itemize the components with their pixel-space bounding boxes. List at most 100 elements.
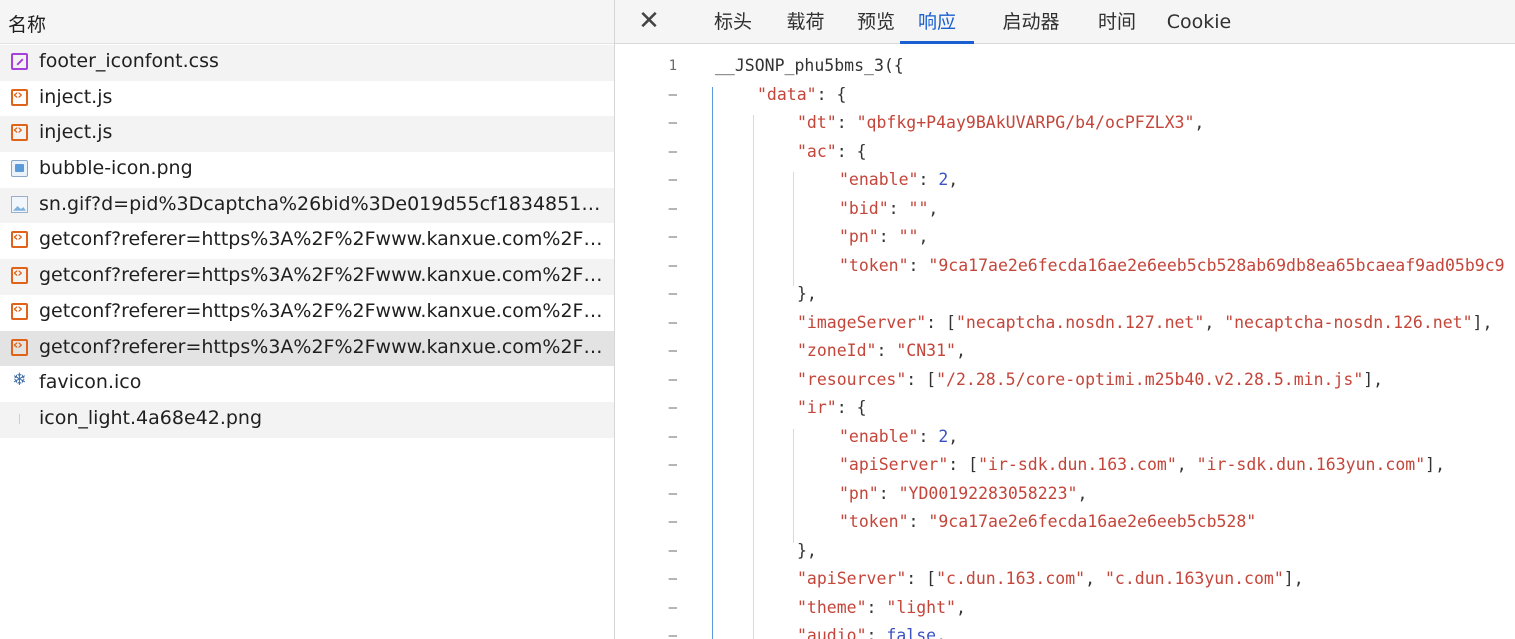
line-number[interactable]: – (615, 366, 677, 395)
code-text: "data": { (757, 81, 846, 110)
request-row[interactable]: ❄ favicon.ico (0, 366, 614, 402)
script-file-icon (11, 230, 28, 249)
tab-5[interactable]: 时间 (1083, 0, 1151, 44)
request-row[interactable]: getconf?referer=https%3A%2F%2Fwww.kanxue… (0, 259, 614, 295)
line-number[interactable]: – (615, 451, 677, 480)
code-token: "CN31" (896, 341, 956, 360)
tab-6[interactable]: Cookie (1160, 0, 1238, 44)
code-token: "9ca17ae2e6fecda16ae2e6eeb5cb528" (928, 512, 1257, 531)
request-name: sn.gif?d=pid%3Dcaptcha%26bid%3De019d55cf… (39, 192, 607, 215)
line-number[interactable]: – (615, 223, 677, 252)
request-name: getconf?referer=https%3A%2F%2Fwww.kanxue… (39, 264, 607, 287)
code-token: "audio" (797, 626, 867, 639)
tab-3[interactable]: 响应 (900, 0, 974, 44)
code-token: "resources" (797, 369, 907, 389)
indent-guide (793, 428, 794, 543)
close-icon[interactable]: ✕ (635, 6, 663, 36)
script-file-icon (11, 302, 28, 320)
code-token: : (866, 597, 887, 617)
code-token: : (918, 170, 939, 189)
code-token: "zoneId" (797, 341, 877, 360)
code-line: – "pn": "", (615, 223, 1515, 252)
code-text: }, (797, 537, 817, 566)
code-line: – "imageServer": ["necaptcha.nosdn.127.ne… (615, 309, 1515, 338)
code-token: : [ (948, 455, 979, 474)
code-token: "ir-sdk.dun.163yun.com" (1196, 455, 1426, 474)
tab-4[interactable]: 启动器 (990, 0, 1072, 44)
line-number[interactable]: – (615, 594, 677, 623)
code-line: 1 __JSONP_phu5bms_3({ (615, 52, 1515, 81)
line-number[interactable]: 1 (615, 52, 677, 81)
code-token: "9ca17ae2e6fecda16ae2e6eeb5cb528ab69db8e… (928, 255, 1505, 275)
line-number[interactable]: – (615, 537, 677, 566)
request-row[interactable]: inject.js (0, 116, 614, 153)
request-row[interactable]: getconf?referer=https%3A%2F%2Fwww.kanxue… (0, 330, 614, 367)
request-row[interactable]: icon_light.4a68e42.png (0, 401, 614, 438)
line-number[interactable]: – (615, 280, 677, 309)
code-token: ], (1472, 312, 1493, 332)
code-text: "ir": { (797, 394, 867, 423)
code-token: }, (797, 284, 817, 303)
code-line: – "ir": { (615, 394, 1515, 423)
code-token: __JSONP_phu5bms_3({ (715, 56, 904, 75)
line-number[interactable]: – (615, 138, 677, 167)
code-token: 2 (938, 170, 949, 189)
code-token: "imageServer" (797, 312, 927, 332)
request-row[interactable]: sn.gif?d=pid%3Dcaptcha%26bid%3De019d55cf… (0, 187, 614, 224)
line-number[interactable]: – (615, 508, 677, 537)
request-row[interactable]: getconf?referer=https%3A%2F%2Fwww.kanxue… (0, 295, 614, 331)
response-code-view: 1 __JSONP_phu5bms_3({– "data": {– "dt": "qb… (615, 45, 1515, 639)
request-row[interactable]: bubble-icon.png (0, 152, 614, 188)
tab-0[interactable]: 标头 (693, 0, 773, 44)
tab-1[interactable]: 载荷 (768, 0, 843, 44)
request-name: favicon.ico (39, 371, 142, 394)
request-row[interactable]: inject.js (0, 81, 614, 117)
script-file-icon (11, 123, 28, 142)
code-token: "necaptcha.nosdn.127.net" (955, 312, 1205, 332)
code-line: – "apiServer": ["ir-sdk.dun.163.com", "ir… (615, 451, 1515, 480)
line-number[interactable]: – (615, 309, 677, 338)
code-token: "" (898, 227, 919, 246)
code-line: – "enable": 2, (615, 166, 1515, 195)
gif-image-icon (11, 195, 28, 213)
code-text: "enable": 2, (839, 423, 958, 452)
code-token: "pn" (839, 227, 879, 246)
code-token: , (948, 426, 959, 446)
code-line: – "resources": ["/2.28.5/core-optimi.m25b… (615, 366, 1515, 395)
code-token: , (1194, 113, 1205, 132)
css-file-icon (11, 53, 28, 70)
code-token: }, (797, 540, 817, 560)
line-number[interactable]: – (615, 394, 677, 423)
code-token: "ir-sdk.dun.163.com" (978, 455, 1177, 474)
code-line: – "apiServer": ["c.dun.163.com", "c.dun.1… (615, 565, 1515, 594)
line-number[interactable]: – (615, 81, 677, 110)
line-number[interactable]: – (615, 195, 677, 224)
script-file-icon (11, 88, 28, 106)
code-token: : (878, 483, 899, 503)
request-row[interactable]: getconf?referer=https%3A%2F%2Fwww.kanxue… (0, 223, 614, 259)
code-token: , (1077, 483, 1088, 503)
code-token: : { (836, 141, 867, 161)
name-column-header[interactable]: 名称 (0, 0, 614, 44)
code-token: "light" (886, 597, 956, 617)
line-number[interactable]: – (615, 480, 677, 509)
code-token: "necaptcha-nosdn.126.net" (1224, 312, 1473, 332)
line-number[interactable]: – (615, 166, 677, 195)
code-token: : [ (906, 369, 937, 389)
snowflake-icon: ❄ (12, 370, 27, 391)
line-number[interactable]: – (615, 565, 677, 594)
code-token: , (1176, 455, 1197, 474)
line-number[interactable]: – (615, 622, 677, 639)
code-token: "apiServer" (839, 455, 949, 474)
line-number[interactable]: – (615, 337, 677, 366)
request-row[interactable]: footer_iconfont.css (0, 45, 614, 81)
code-token: "ac" (797, 141, 837, 161)
line-number[interactable]: – (615, 252, 677, 281)
request-name: inject.js (39, 121, 113, 144)
line-number[interactable]: – (615, 109, 677, 138)
code-token: "YD00192283058223" (898, 483, 1078, 503)
code-text: "bid": "", (839, 195, 938, 224)
line-number[interactable]: – (615, 423, 677, 452)
code-token: "token" (839, 512, 909, 531)
code-token: , (1204, 312, 1225, 332)
